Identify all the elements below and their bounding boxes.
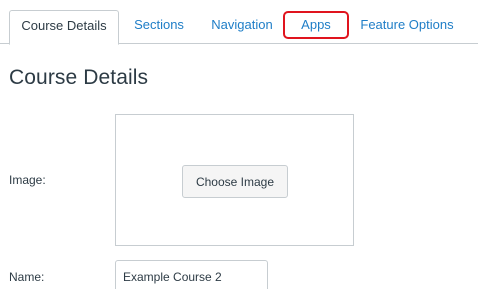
course-name-input[interactable]: Example Course 2: [115, 260, 268, 289]
image-label: Image:: [9, 173, 46, 187]
course-settings-page: Course Details Sections Navigation Apps …: [0, 0, 478, 289]
name-label: Name:: [9, 270, 45, 284]
page-title: Course Details: [9, 66, 149, 89]
settings-tab-bar: Course Details Sections Navigation Apps …: [0, 0, 478, 45]
tab-apps[interactable]: Apps: [283, 11, 349, 39]
choose-image-button[interactable]: Choose Image: [182, 165, 288, 198]
course-image-dropzone[interactable]: Choose Image: [115, 114, 354, 246]
tab-course-details[interactable]: Course Details: [9, 10, 119, 45]
tab-feature-options[interactable]: Feature Options: [355, 10, 459, 45]
tab-navigation[interactable]: Navigation: [204, 10, 280, 45]
tab-sections[interactable]: Sections: [127, 10, 191, 45]
